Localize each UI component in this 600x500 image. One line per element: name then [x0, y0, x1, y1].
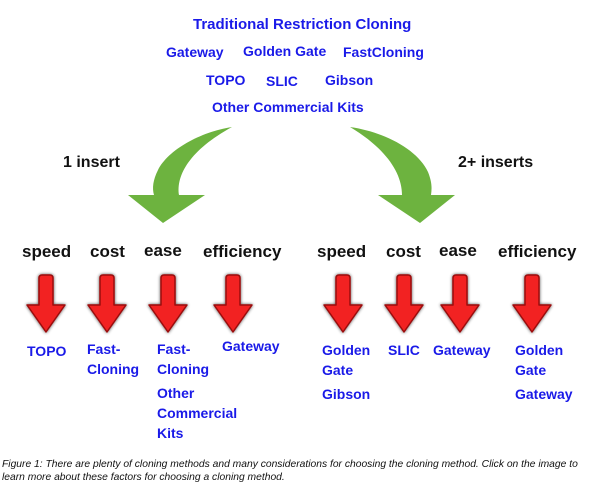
- header-left-efficiency: efficiency: [203, 242, 282, 261]
- result-right-speed: Golden Gate Gibson: [322, 340, 370, 404]
- branch-label-2-plus-inserts: 2+ inserts: [458, 154, 534, 171]
- result-method: TOPO: [27, 343, 67, 359]
- result-method: Fast- Cloning: [87, 341, 140, 377]
- green-arrow-right: [350, 127, 455, 223]
- result-right-ease: Gateway: [433, 340, 491, 360]
- result-method: Golden Gate: [515, 342, 564, 378]
- figure-caption[interactable]: Figure 1: There are plenty of cloning me…: [2, 458, 598, 484]
- result-left-speed: TOPO: [27, 341, 66, 361]
- header-left-cost: cost: [90, 242, 125, 261]
- green-arrow-left: [128, 127, 232, 223]
- result-left-cost: Fast- Cloning: [87, 339, 139, 379]
- result-right-efficiency: Golden Gate Gateway: [515, 340, 573, 404]
- red-arrow-right-ease: [441, 275, 479, 332]
- header-right-ease: ease: [439, 241, 477, 260]
- result-method: Gateway: [515, 386, 573, 402]
- branch-label-1-insert: 1 insert: [63, 154, 120, 171]
- result-right-cost: SLIC: [388, 340, 420, 360]
- header-left-speed: speed: [22, 242, 72, 261]
- red-arrow-left-efficiency: [214, 275, 252, 332]
- red-arrow-left-speed: [27, 275, 65, 332]
- header-left-ease: ease: [144, 241, 182, 260]
- result-method: Other Commercial Kits: [157, 385, 238, 441]
- result-method: Gateway: [433, 342, 491, 358]
- header-right-cost: cost: [386, 242, 421, 261]
- result-left-efficiency: Gateway: [222, 336, 280, 356]
- red-arrow-right-cost: [385, 275, 423, 332]
- header-right-speed: speed: [317, 242, 367, 261]
- red-arrow-left-ease: [149, 275, 187, 332]
- red-arrow-right-efficiency: [513, 275, 551, 332]
- header-right-efficiency: efficiency: [498, 242, 577, 261]
- red-arrow-left-cost: [88, 275, 126, 332]
- result-method: SLIC: [388, 342, 420, 358]
- result-method: Golden Gate: [322, 342, 371, 378]
- red-arrow-right-speed: [324, 275, 362, 332]
- result-method: Gateway: [222, 338, 280, 354]
- result-method: Gibson: [322, 386, 371, 402]
